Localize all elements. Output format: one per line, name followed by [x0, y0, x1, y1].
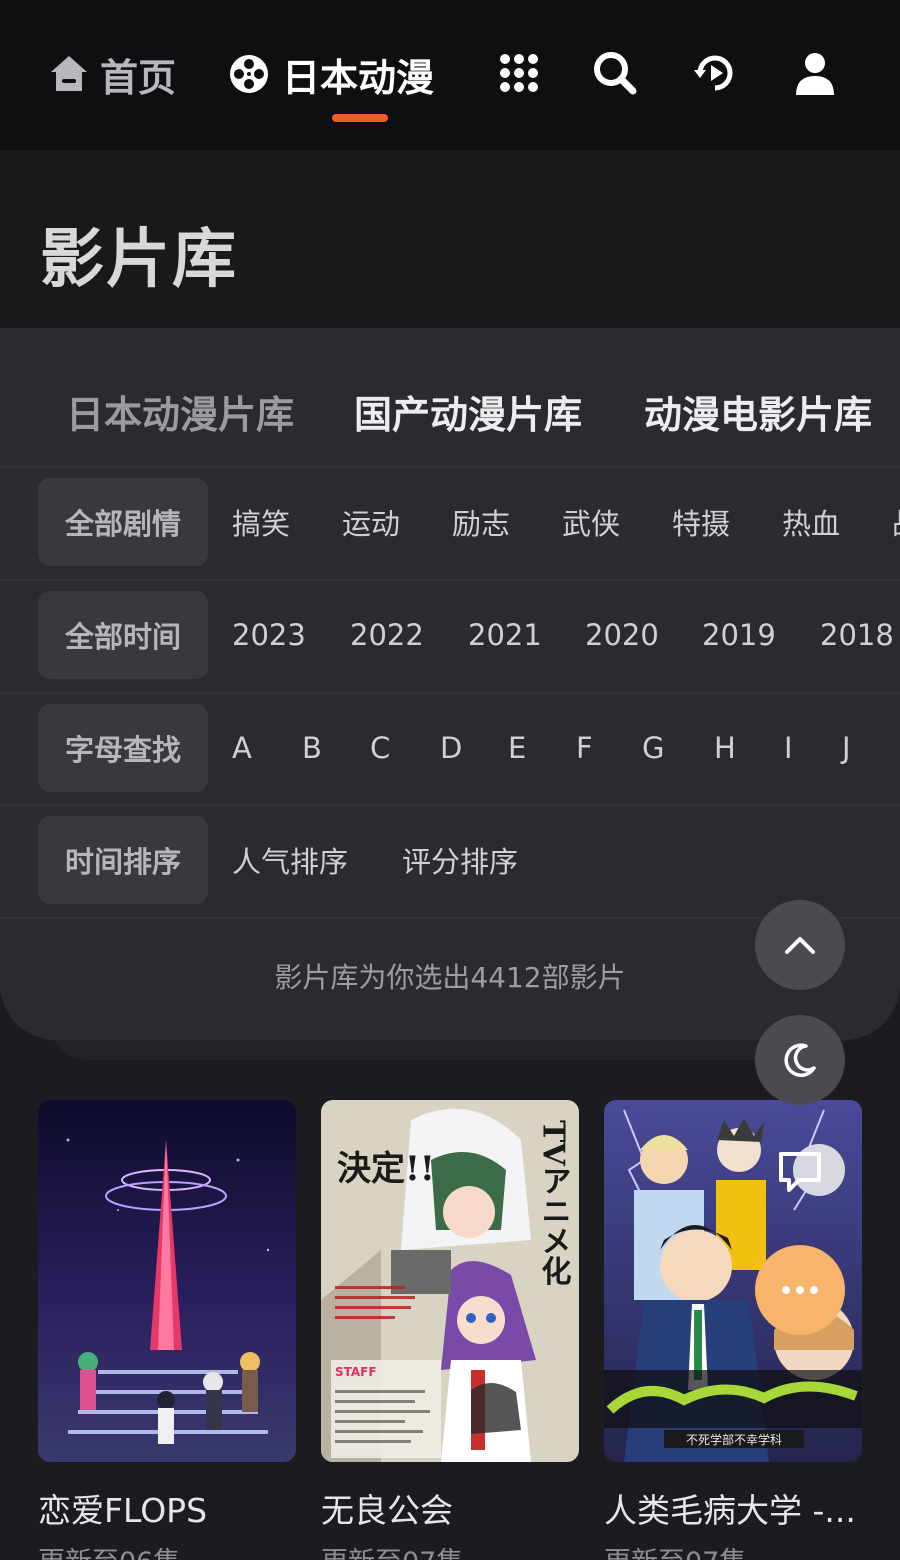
nav-home-label: 首页 [100, 55, 177, 100]
genre-all-button[interactable]: 全部剧情 [38, 478, 208, 566]
nav-home-link[interactable]: 首页 [48, 48, 176, 100]
card-title: 人类毛病大学 -... [604, 1491, 856, 1530]
genre-filter-row: 全部剧情 搞笑 运动 励志 武侠 特摄 热血 战 [0, 466, 900, 578]
active-tab-indicator [332, 114, 388, 122]
scroll-to-top-button[interactable] [755, 900, 845, 990]
sort-by-rating[interactable]: 评分排序 [402, 816, 518, 904]
year-item[interactable]: 2021 [468, 591, 542, 679]
genre-item[interactable]: 运动 [342, 478, 400, 566]
tab-anime-movie-library[interactable]: 动漫电影片库 [644, 384, 872, 439]
film-reel-icon [230, 55, 268, 93]
tab-chinese-anime-library[interactable]: 国产动漫片库 [354, 384, 582, 439]
letter-item[interactable]: J [842, 704, 851, 792]
genre-item[interactable]: 热血 [782, 478, 840, 566]
letter-search-button[interactable]: 字母查找 [38, 704, 208, 792]
year-item[interactable]: 2022 [350, 591, 424, 679]
year-filter-row: 全部时间 2023 2022 2021 2020 2019 2018 [0, 579, 900, 691]
genre-item[interactable]: 战 [892, 478, 900, 566]
chevron-up-icon [785, 937, 815, 954]
poster-image: 決定!! TVアニメ化 STAFF [321, 1100, 579, 1462]
card-episode-status: 更新至07集 [604, 1540, 862, 1560]
grid-icon [500, 54, 538, 92]
home-icon [51, 56, 87, 91]
sort-filter-row: 时间排序 人气排序 评分排序 [0, 804, 900, 916]
page-title: 影片库 [40, 223, 238, 297]
sort-by-time-button[interactable]: 时间排序 [38, 816, 208, 904]
letter-item[interactable]: I [784, 704, 793, 792]
genre-item[interactable]: 武侠 [562, 478, 620, 566]
poster-text-top: 決定!! [337, 1149, 435, 1189]
card-title: 无良公会 [321, 1491, 453, 1530]
more-options-button[interactable] [755, 1245, 845, 1335]
letter-item[interactable]: E [508, 704, 526, 792]
more-icon [782, 1286, 818, 1294]
letter-item[interactable]: D [440, 704, 462, 792]
genre-item[interactable]: 特摄 [672, 478, 730, 566]
genre-item[interactable]: 搞笑 [232, 478, 290, 566]
year-item[interactable]: 2023 [232, 591, 306, 679]
card-episode-status: 更新至07集 [321, 1540, 579, 1560]
user-button[interactable] [792, 50, 838, 96]
sort-by-popularity[interactable]: 人气排序 [232, 816, 348, 904]
letter-item[interactable]: A [232, 704, 252, 792]
poster-text-side: TVアニメ化 [536, 1120, 572, 1286]
user-icon [796, 53, 834, 95]
year-item[interactable]: 2019 [702, 591, 776, 679]
history-icon [694, 55, 733, 91]
letter-item[interactable]: G [642, 704, 664, 792]
anime-card[interactable]: 恋爱FLOPS 更新至06集 [38, 1100, 296, 1560]
letter-item[interactable]: B [302, 704, 322, 792]
search-icon [594, 52, 637, 95]
year-item[interactable]: 2018 [820, 591, 894, 679]
comment-icon [779, 1152, 821, 1192]
letter-item[interactable]: C [370, 704, 390, 792]
poster-image [38, 1100, 296, 1462]
history-button[interactable] [692, 50, 738, 96]
poster-text-banner: 不死学部不幸学科 [686, 1432, 782, 1447]
nav-anime-link[interactable]: 日本动漫 [228, 48, 434, 100]
library-tabs: 日本动漫片库 国产动漫片库 动漫电影片库 [0, 360, 900, 466]
anime-card[interactable]: 決定!! TVアニメ化 STAFF 无良公会 更新至07集 [321, 1100, 579, 1560]
letter-item[interactable]: H [714, 704, 736, 792]
year-all-button[interactable]: 全部时间 [38, 591, 208, 679]
letter-filter-row: 字母查找 A B C D E F G H I J [0, 692, 900, 804]
tab-japanese-anime-library[interactable]: 日本动漫片库 [66, 384, 294, 439]
poster-text-staff: STAFF [335, 1365, 377, 1379]
genre-item[interactable]: 励志 [452, 478, 510, 566]
card-episode-status: 更新至06集 [38, 1540, 296, 1560]
moon-icon [784, 1043, 816, 1077]
search-button[interactable] [592, 50, 638, 96]
year-item[interactable]: 2020 [585, 591, 659, 679]
nav-anime-label: 日本动漫 [282, 55, 435, 100]
dark-mode-toggle[interactable] [755, 1015, 845, 1105]
card-title: 恋爱FLOPS [38, 1491, 208, 1530]
letter-item[interactable]: F [576, 704, 593, 792]
comment-button[interactable] [755, 1127, 845, 1217]
grid-menu-button[interactable] [496, 50, 542, 96]
